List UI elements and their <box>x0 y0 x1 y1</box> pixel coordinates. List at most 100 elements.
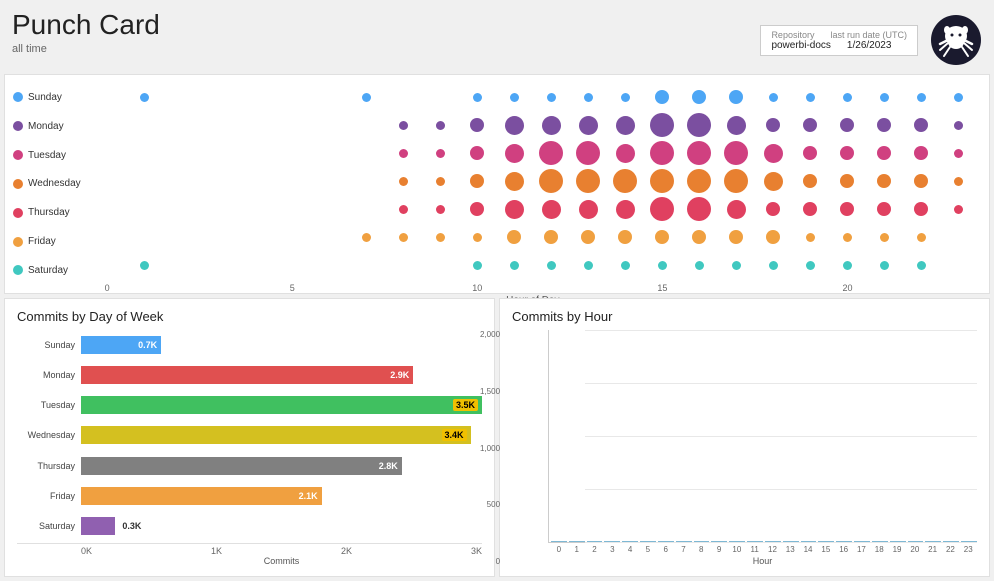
histogram-x-label: 17 <box>853 545 871 554</box>
punch-dot <box>650 113 674 137</box>
x-axis-label <box>681 283 718 293</box>
dot-cell <box>200 83 237 111</box>
punch-dot <box>914 146 928 160</box>
punch-dot <box>806 233 815 242</box>
punch-dot <box>436 121 445 130</box>
dot-cell <box>681 111 718 139</box>
dot-cell <box>792 251 829 279</box>
bar-track: 3.5K <box>81 396 482 414</box>
dot-cell <box>718 223 755 251</box>
dot-cell <box>755 111 792 139</box>
punch-dot <box>843 93 852 102</box>
dot-cell <box>607 111 644 139</box>
dot-cell <box>718 251 755 279</box>
x-axis: 05101520 <box>89 279 977 293</box>
dot-cell <box>792 195 829 223</box>
punch-dot <box>613 169 637 193</box>
punch-dot <box>695 261 704 270</box>
punch-dot <box>473 93 482 102</box>
dot-cell <box>718 139 755 167</box>
dot-cell <box>681 83 718 111</box>
dot-cell <box>348 83 385 111</box>
punch-dot <box>766 118 780 132</box>
punch-dot <box>803 118 817 132</box>
dot-cell <box>533 195 570 223</box>
punch-dot <box>655 90 669 104</box>
dot-cell <box>422 83 459 111</box>
punch-dot <box>658 261 667 270</box>
histogram-y-label: 500 <box>487 500 500 509</box>
dot-cell <box>89 251 126 279</box>
punch-dot <box>803 146 817 160</box>
bar-value-label: 2.9K <box>390 370 409 380</box>
dot-cell <box>311 167 348 195</box>
dot-cell <box>237 83 274 111</box>
dot-cell <box>792 139 829 167</box>
bar-track: 2.9K <box>81 366 482 384</box>
bar-value-label: 2.8K <box>379 461 398 471</box>
legend-item: Friday <box>13 228 81 256</box>
dot-cell <box>570 139 607 167</box>
punch-dot <box>914 202 928 216</box>
punch-dot <box>616 144 635 163</box>
legend-item: Monday <box>13 112 81 140</box>
dot-cell <box>89 167 126 195</box>
bar-track: 3.4K <box>81 426 482 444</box>
legend-label: Monday <box>28 121 64 132</box>
histogram-x-label: 22 <box>942 545 960 554</box>
punch-dot <box>505 144 524 163</box>
histogram-x-label: 20 <box>906 545 924 554</box>
punch-dot <box>584 261 593 270</box>
histogram-chart <box>548 330 977 543</box>
punch-dot <box>766 202 780 216</box>
histogram-bar <box>551 541 567 542</box>
dot-cell <box>681 139 718 167</box>
dot-cell <box>163 223 200 251</box>
dot-cell <box>496 195 533 223</box>
histogram-x-label: 1 <box>568 545 586 554</box>
dot-cell <box>792 111 829 139</box>
page-subtitle: all time <box>12 43 160 55</box>
legend-dot <box>13 237 23 247</box>
punch-dot <box>542 200 561 219</box>
legend-dot <box>13 92 23 102</box>
histogram-x-label: 5 <box>639 545 657 554</box>
punch-dot <box>399 149 408 158</box>
dot-cell <box>200 139 237 167</box>
punch-dot <box>954 205 963 214</box>
punch-dot <box>539 169 563 193</box>
dot-cell <box>792 223 829 251</box>
punch-dot <box>436 233 445 242</box>
dot-cell <box>237 195 274 223</box>
punch-dot <box>877 202 891 216</box>
dot-cell <box>126 83 163 111</box>
punch-dot <box>650 169 674 193</box>
punch-dot <box>140 261 149 270</box>
punch-dot <box>616 200 635 219</box>
x-axis-label <box>533 283 570 293</box>
dot-cell <box>644 251 681 279</box>
histogram-x-label: 9 <box>710 545 728 554</box>
dot-cell <box>829 195 866 223</box>
x-axis-label <box>903 283 940 293</box>
dot-cell <box>348 139 385 167</box>
dot-cell <box>89 195 126 223</box>
dot-cell <box>385 251 422 279</box>
github-icon <box>930 14 982 66</box>
repo-info: Repository last run date (UTC) powerbi-d… <box>760 14 982 66</box>
bar-label: Monday <box>17 370 75 380</box>
dot-cell <box>311 139 348 167</box>
legend-column: SundayMondayTuesdayWednesdayThursdayFrid… <box>13 83 89 285</box>
histogram-x-label: 15 <box>817 545 835 554</box>
dot-cell <box>940 195 977 223</box>
punch-dot <box>877 118 891 132</box>
punch-dot <box>473 261 482 270</box>
punch-dot <box>140 93 149 102</box>
date-value: 1/26/2023 <box>847 40 892 51</box>
dot-cell <box>829 83 866 111</box>
dot-cell <box>385 83 422 111</box>
punch-dot <box>576 169 600 193</box>
legend-item: Wednesday <box>13 170 81 198</box>
punch-dot <box>877 174 891 188</box>
dot-cell <box>163 83 200 111</box>
